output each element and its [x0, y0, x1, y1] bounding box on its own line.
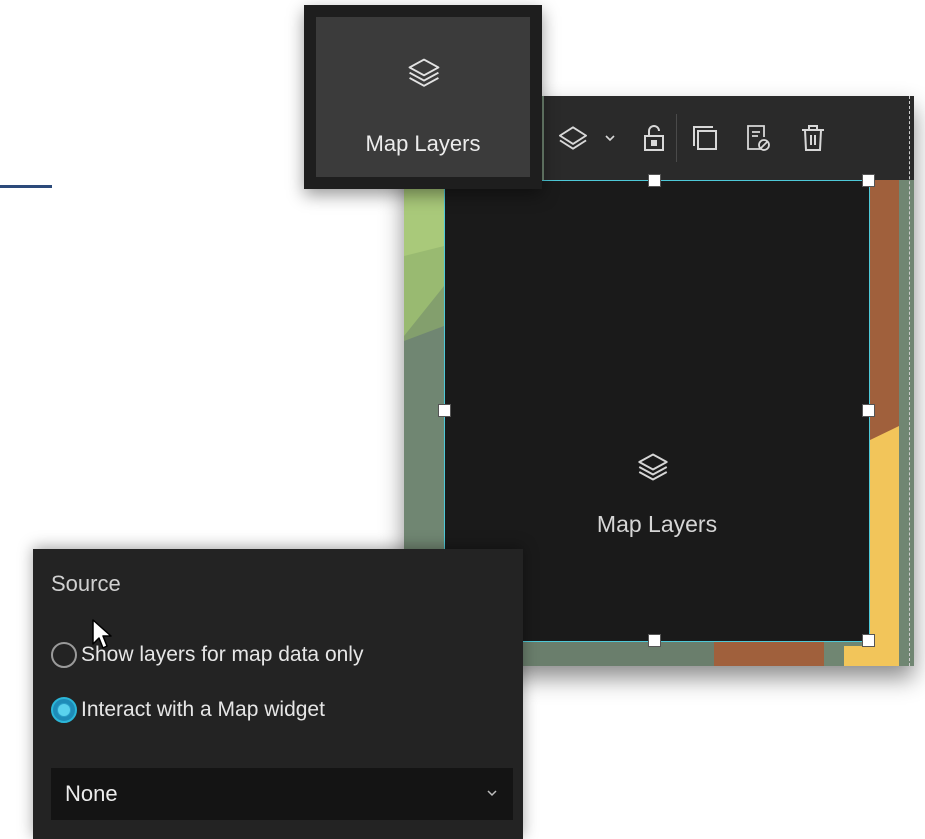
mouse-cursor-icon	[91, 618, 113, 654]
radio-button-selected[interactable]	[51, 697, 77, 723]
radio-label: Interact with a Map widget	[81, 698, 325, 721]
toolbar-divider	[676, 114, 677, 162]
map-layers-button[interactable]: Map Layers	[316, 17, 530, 177]
widget-label: Map Layers	[596, 511, 718, 537]
underline-accent	[0, 185, 52, 188]
resize-handle-bottom-right[interactable]	[862, 634, 875, 647]
duplicate-icon[interactable]	[687, 120, 723, 156]
resize-handle-top[interactable]	[648, 174, 661, 187]
select-value: None	[65, 781, 118, 806]
radio-interact-map-widget[interactable]: Interact with a Map widget	[51, 697, 325, 723]
resize-handle-left[interactable]	[438, 404, 451, 417]
map-layers-tooltip: Map Layers	[304, 5, 542, 189]
radio-button[interactable]	[51, 642, 77, 668]
layers-icon	[402, 53, 446, 99]
radio-label: Show layers for map data only	[81, 643, 364, 666]
source-panel: Source Show layers for map data only Int…	[33, 549, 523, 839]
canvas-edge	[909, 96, 910, 666]
map-widget-select[interactable]: None	[51, 768, 513, 820]
chevron-down-icon	[485, 785, 499, 804]
hide-icon[interactable]	[741, 121, 773, 155]
layers-icon	[631, 447, 675, 491]
tooltip-label: Map Layers	[365, 131, 481, 156]
chevron-down-icon[interactable]	[602, 130, 618, 146]
trash-icon[interactable]	[797, 121, 829, 155]
resize-handle-bottom[interactable]	[648, 634, 661, 647]
resize-handle-right[interactable]	[862, 404, 875, 417]
panel-title: Source	[51, 571, 121, 596]
resize-handle-top-right[interactable]	[862, 174, 875, 187]
layers-icon[interactable]	[554, 119, 592, 157]
widget-toolbar	[544, 96, 914, 180]
unlock-icon[interactable]	[638, 121, 670, 155]
